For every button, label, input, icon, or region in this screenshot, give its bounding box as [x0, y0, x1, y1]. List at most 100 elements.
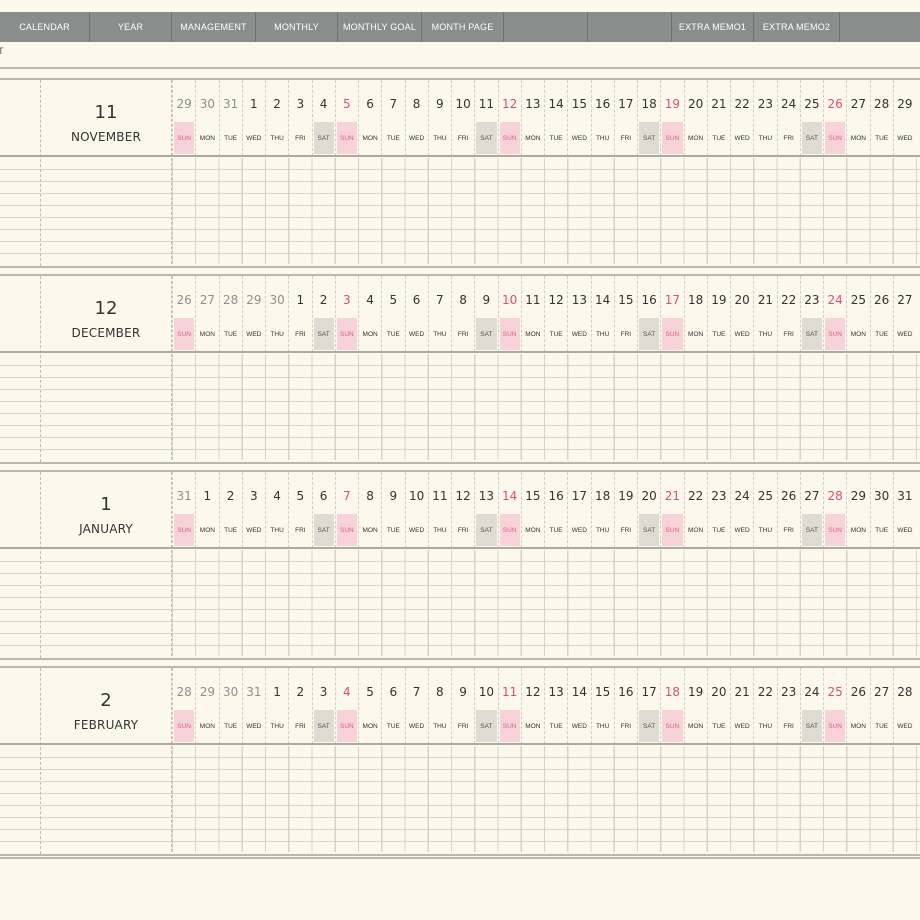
day-cell[interactable]: 14 TUE: [544, 80, 567, 156]
day-cell[interactable]: 23 SAT: [799, 276, 823, 352]
day-cell[interactable]: 22 MON: [683, 472, 707, 548]
day-cell[interactable]: 29 MON: [846, 472, 869, 548]
day-cell[interactable]: 19 MON: [683, 668, 707, 744]
day-cell[interactable]: 31 SUN: [172, 472, 195, 548]
day-cell[interactable]: 8 FRI: [451, 276, 474, 352]
day-cell[interactable]: 7 SUN: [334, 472, 358, 548]
day-cell[interactable]: 13 WED: [567, 276, 590, 352]
day-cell[interactable]: 26 MON: [846, 668, 869, 744]
day-cell[interactable]: 9 TUE: [381, 472, 404, 548]
day-cell[interactable]: 23 FRI: [776, 668, 800, 744]
day-cell[interactable]: 11 SUN: [497, 668, 521, 744]
day-cell[interactable]: 9 THU: [427, 80, 451, 156]
day-cell[interactable]: 30 THU: [265, 276, 288, 352]
day-cell[interactable]: 20 TUE: [706, 668, 730, 744]
day-cell[interactable]: 13 MON: [520, 80, 544, 156]
day-cell[interactable]: 24 SUN: [823, 276, 846, 352]
day-cell[interactable]: 2 THU: [265, 80, 288, 156]
day-cell[interactable]: 27 TUE: [869, 668, 893, 744]
notes-label-area[interactable]: [41, 550, 172, 656]
day-cell[interactable]: 13 TUE: [544, 668, 567, 744]
tab-blank-7[interactable]: [588, 12, 672, 42]
day-cell[interactable]: 21 SUN: [660, 472, 683, 548]
day-cell[interactable]: 4 MON: [358, 276, 381, 352]
day-cell[interactable]: 28 SUN: [172, 668, 195, 744]
day-cell[interactable]: 30 MON: [195, 80, 218, 156]
day-cell[interactable]: 24 FRI: [776, 80, 800, 156]
day-cell[interactable]: 29 WED: [892, 80, 916, 156]
day-cell[interactable]: 27 WED: [892, 276, 916, 352]
day-cell[interactable]: 21 THU: [753, 276, 776, 352]
day-cell[interactable]: 23 TUE: [706, 472, 730, 548]
day-cell[interactable]: 3 SAT: [311, 668, 335, 744]
day-cell[interactable]: 28 TUE: [218, 276, 242, 352]
tab-month-page[interactable]: MONTH PAGE: [422, 12, 504, 42]
day-cell[interactable]: 5 FRI: [288, 472, 311, 548]
day-cell[interactable]: 12 MON: [520, 668, 544, 744]
day-cell[interactable]: 16 THU: [590, 80, 614, 156]
day-cell[interactable]: 21 TUE: [706, 80, 730, 156]
day-cell[interactable]: 26 TUE: [869, 276, 893, 352]
notes-label-area[interactable]: [41, 746, 172, 852]
day-cell[interactable]: 10 SUN: [497, 276, 521, 352]
notes-label-area[interactable]: [41, 158, 172, 264]
day-cell[interactable]: 18 THU: [590, 472, 614, 548]
day-cell[interactable]: 29 WED: [241, 276, 265, 352]
day-cell[interactable]: 30 TUE: [218, 668, 242, 744]
day-cell[interactable]: 10 WED: [404, 472, 428, 548]
day-cell[interactable]: 6 WED: [404, 276, 428, 352]
tab-management[interactable]: MANAGEMENT: [172, 12, 256, 42]
day-cell[interactable]: 17 SUN: [660, 276, 683, 352]
day-cell[interactable]: 1 FRI: [288, 276, 311, 352]
day-cell[interactable]: 19 FRI: [613, 472, 637, 548]
notes-label-area[interactable]: [41, 354, 172, 460]
day-cell[interactable]: 9 FRI: [451, 668, 474, 744]
day-cell[interactable]: 15 FRI: [613, 276, 637, 352]
day-cell[interactable]: 2 TUE: [218, 472, 242, 548]
day-cell[interactable]: 15 WED: [567, 80, 590, 156]
notes-margin[interactable]: [0, 746, 40, 852]
day-cell[interactable]: 23 THU: [753, 80, 776, 156]
day-cell[interactable]: 26 SUN: [823, 80, 846, 156]
day-cell[interactable]: 1 MON: [195, 472, 218, 548]
day-cell[interactable]: 6 SAT: [311, 472, 335, 548]
notes-margin[interactable]: [0, 354, 40, 460]
day-cell[interactable]: 20 MON: [683, 80, 707, 156]
day-cell[interactable]: 22 THU: [753, 668, 776, 744]
day-cell[interactable]: 4 SAT: [311, 80, 335, 156]
day-cell[interactable]: 26 FRI: [776, 472, 800, 548]
day-cell[interactable]: 15 THU: [590, 668, 614, 744]
day-cell[interactable]: 9 SAT: [474, 276, 497, 352]
day-cell[interactable]: 17 SAT: [637, 668, 660, 744]
day-cell[interactable]: 17 FRI: [613, 80, 637, 156]
day-cell[interactable]: 3 SUN: [334, 276, 358, 352]
day-cell[interactable]: 13 SAT: [474, 472, 497, 548]
tab-extra-memo2[interactable]: EXTRA MEMO2: [754, 12, 840, 42]
day-cell[interactable]: 7 TUE: [381, 80, 404, 156]
tab-extra-memo1[interactable]: EXTRA MEMO1: [672, 12, 754, 42]
day-cell[interactable]: 4 THU: [265, 472, 288, 548]
day-cell[interactable]: 21 WED: [730, 668, 753, 744]
day-cell[interactable]: 1 THU: [265, 668, 288, 744]
day-cell[interactable]: 19 TUE: [706, 276, 730, 352]
day-cell[interactable]: 5 MON: [358, 668, 381, 744]
day-cell[interactable]: 11 MON: [520, 276, 544, 352]
day-cell[interactable]: 31 TUE: [218, 80, 242, 156]
tab-year[interactable]: YEAR: [90, 12, 172, 42]
day-cell[interactable]: 7 THU: [427, 276, 451, 352]
day-cell[interactable]: 24 SAT: [799, 668, 823, 744]
day-cell[interactable]: 14 WED: [567, 668, 590, 744]
day-cell[interactable]: 11 SAT: [474, 80, 497, 156]
day-cell[interactable]: 8 WED: [404, 80, 428, 156]
day-cell[interactable]: 28 WED: [892, 668, 916, 744]
day-cell[interactable]: 14 THU: [590, 276, 614, 352]
day-cell[interactable]: 19 SUN: [660, 80, 683, 156]
notes-margin[interactable]: [0, 550, 40, 656]
day-cell[interactable]: 11 THU: [427, 472, 451, 548]
day-cell[interactable]: 16 FRI: [613, 668, 637, 744]
day-cell[interactable]: 12 SUN: [497, 80, 521, 156]
day-cell[interactable]: 18 SAT: [637, 80, 660, 156]
day-cell[interactable]: 22 WED: [730, 80, 753, 156]
day-cell[interactable]: 28 SUN: [823, 472, 846, 548]
day-cell[interactable]: 7 WED: [404, 668, 428, 744]
